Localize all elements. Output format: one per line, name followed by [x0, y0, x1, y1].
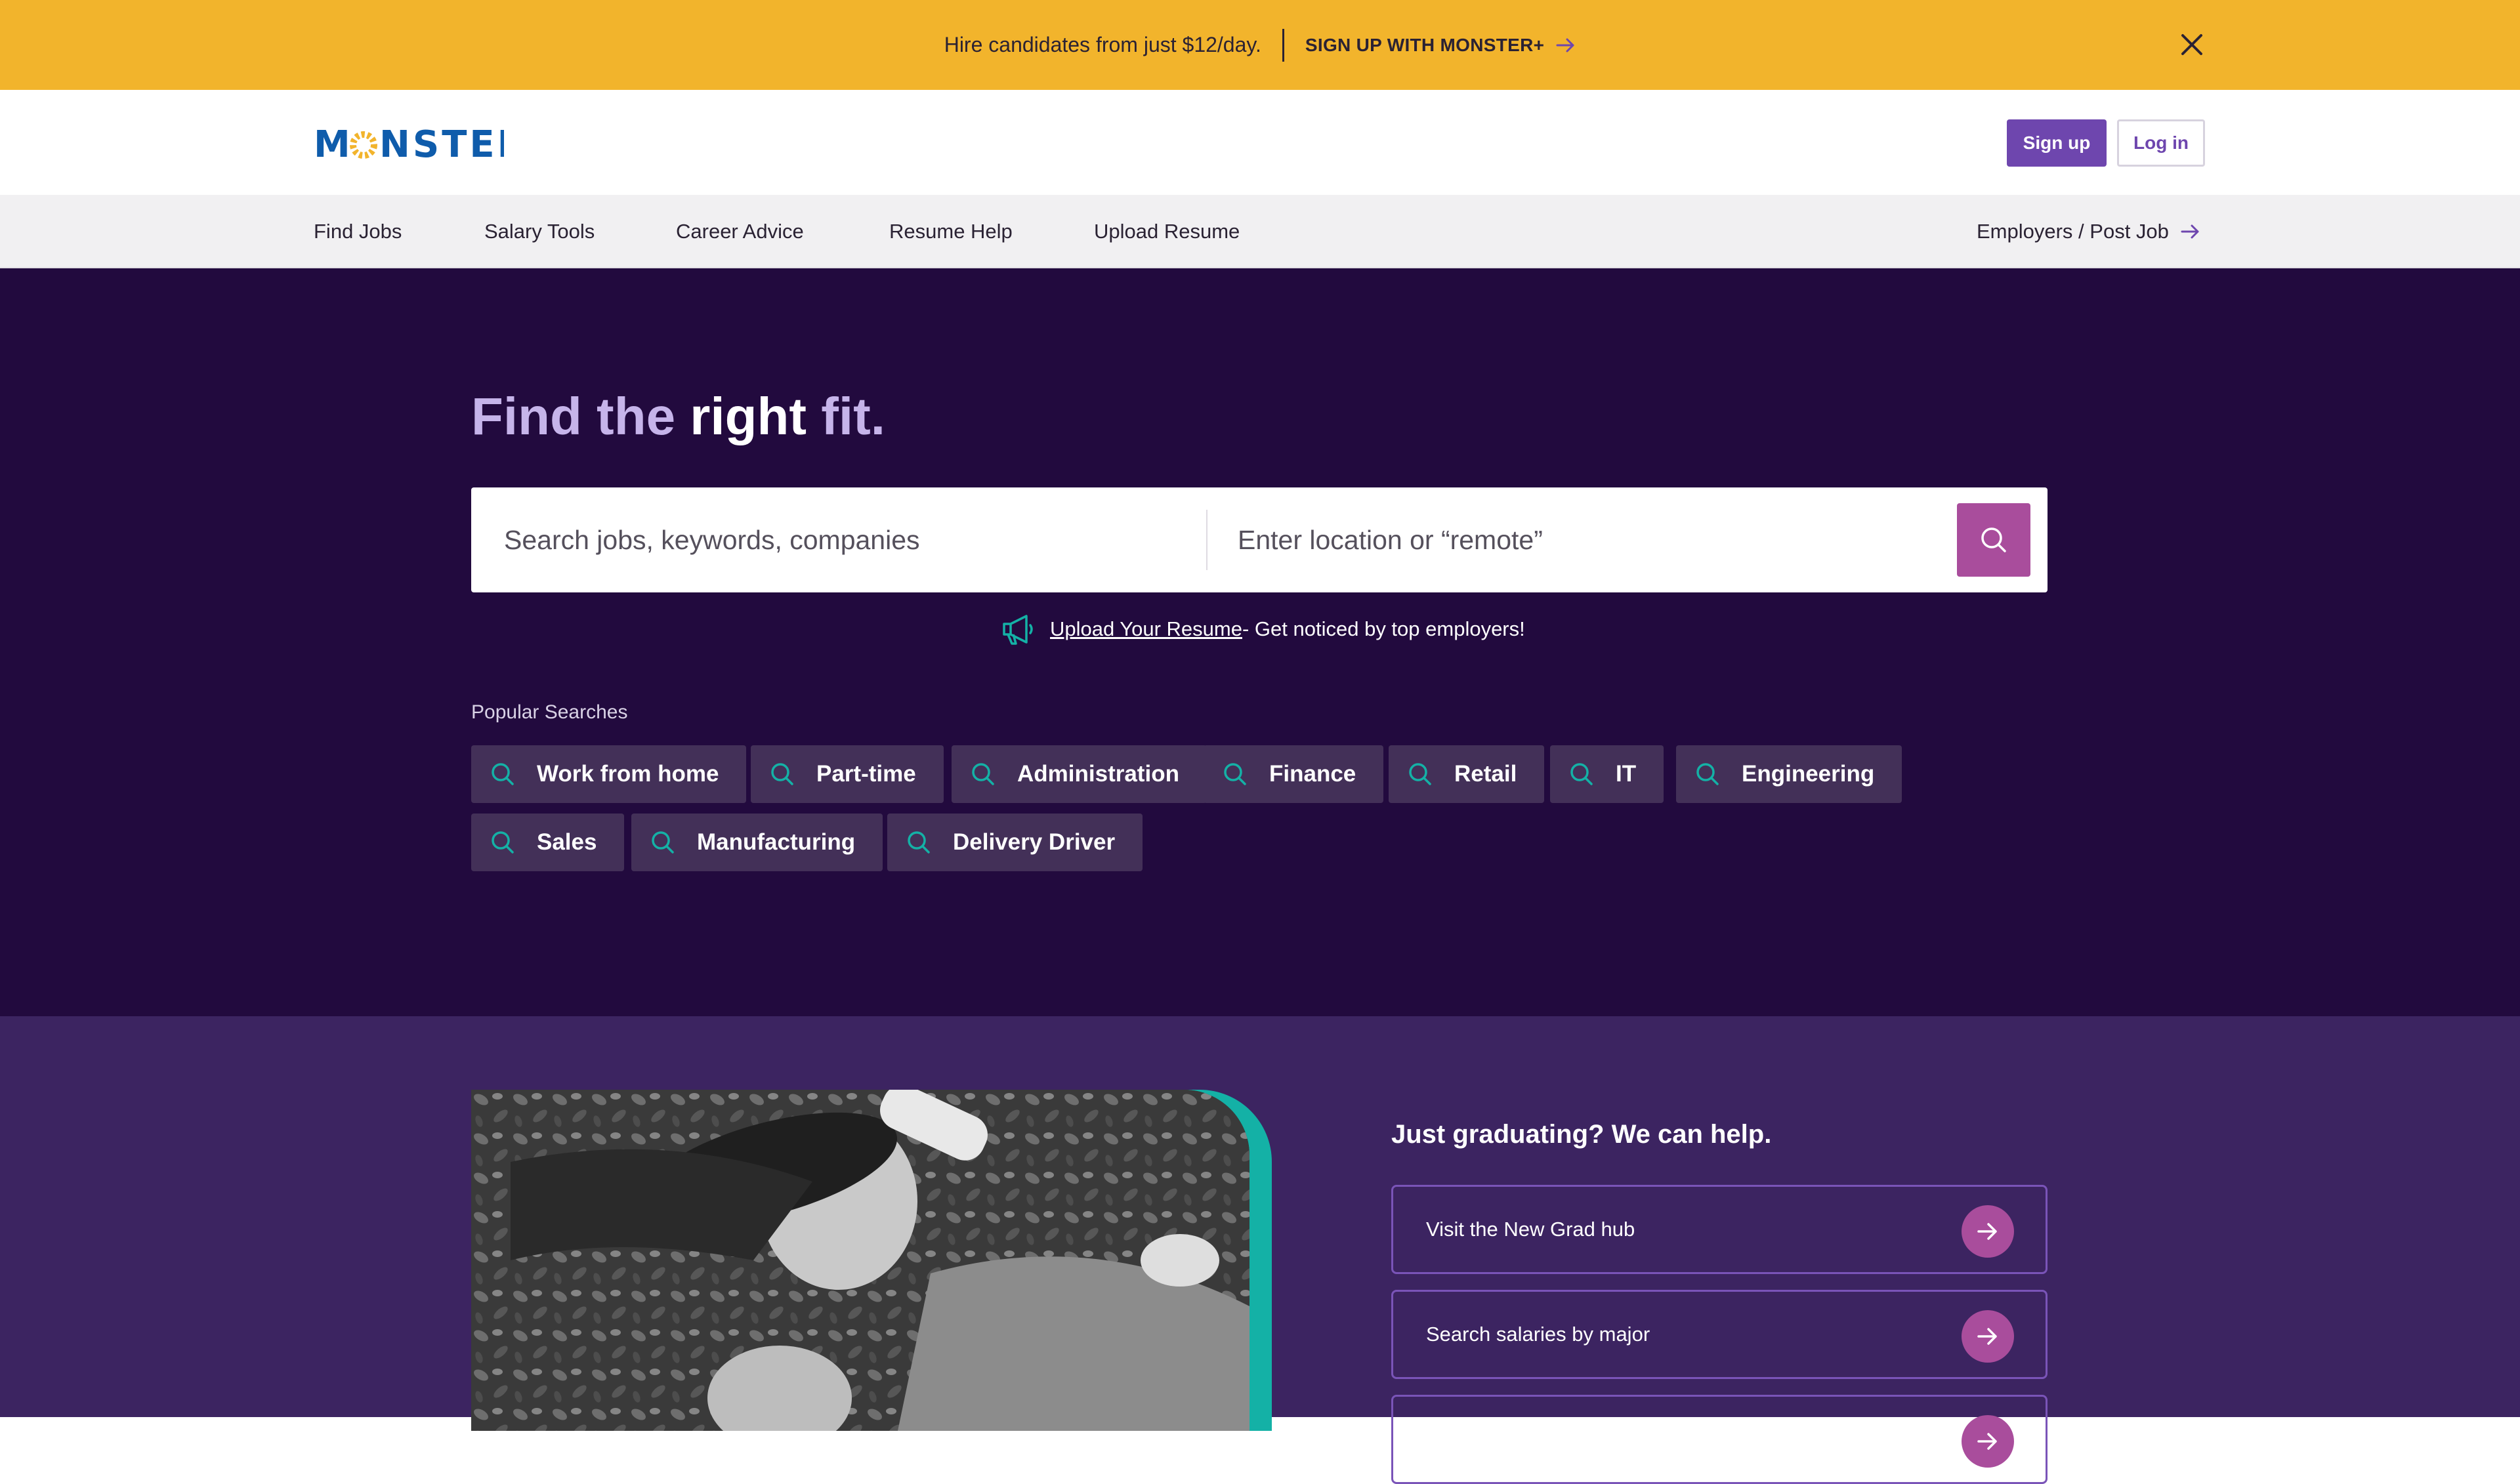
popular-search-label: Work from home — [537, 761, 719, 787]
search-icon — [488, 828, 517, 857]
close-icon[interactable] — [2177, 30, 2206, 59]
popular-search-label: Retail — [1454, 761, 1517, 787]
salaries-by-major-link[interactable]: Search salaries by major — [1391, 1290, 2048, 1379]
popular-search-chip[interactable]: Retail — [1389, 745, 1545, 803]
grad-photo-frame — [471, 1090, 1272, 1431]
signup-button[interactable]: Sign up — [2007, 119, 2107, 167]
new-grad-hub-link[interactable]: Visit the New Grad hub — [1391, 1185, 2048, 1274]
nav-employers-post-job[interactable]: Employers / Post Job — [1977, 195, 2200, 268]
popular-search-chip[interactable]: Finance — [1204, 745, 1384, 803]
nav-career-advice[interactable]: Career Advice — [676, 195, 804, 268]
popular-search-chip[interactable]: Part-time — [751, 745, 944, 803]
grad-link-3[interactable] — [1391, 1395, 2048, 1484]
megaphone-icon — [1003, 615, 1033, 645]
main-nav: Find Jobs Salary Tools Career Advice Res… — [0, 195, 2520, 268]
search-icon — [1567, 760, 1596, 789]
grad-photo — [471, 1090, 1250, 1431]
search-icon — [648, 828, 677, 857]
popular-search-chip[interactable]: Manufacturing — [631, 814, 883, 871]
popular-search-label: Manufacturing — [697, 829, 856, 855]
popular-search-label: Finance — [1269, 761, 1356, 787]
popular-search-label: Administration — [1017, 761, 1179, 787]
monster-logo[interactable]: M NSTER — [314, 124, 504, 163]
login-button[interactable]: Log in — [2117, 119, 2205, 167]
search-icon — [768, 760, 797, 789]
promo-divider — [1282, 28, 1284, 62]
search-icon — [904, 828, 933, 857]
popular-search-chip[interactable]: IT — [1550, 745, 1664, 803]
svg-text:NSTER: NSTER — [379, 124, 504, 163]
hero-title-emphasis: right — [690, 387, 807, 445]
upload-resume-tagline: - Get noticed by top employers! — [1242, 617, 1525, 640]
arrow-right-icon — [1556, 37, 1576, 53]
arrow-right-icon — [1962, 1205, 2014, 1258]
nav-find-jobs[interactable]: Find Jobs — [314, 195, 402, 268]
nav-salary-tools[interactable]: Salary Tools — [484, 195, 595, 268]
hero-title: Find the right fit. — [471, 386, 885, 447]
upload-resume-link[interactable]: Upload Your Resume — [1050, 617, 1242, 641]
popular-search-label: Delivery Driver — [953, 829, 1116, 855]
upload-resume-prompt: Upload Your Resume - Get noticed by top … — [1000, 609, 1525, 649]
nav-employers-label: Employers / Post Job — [1977, 220, 2169, 243]
promo-text: Hire candidates from just $12/day. — [944, 33, 1261, 56]
popular-searches-label: Popular Searches — [471, 701, 628, 723]
site-header: M NSTER Sign up Log in — [0, 90, 2520, 195]
monster-logo-mark: M NSTER — [314, 124, 504, 163]
popular-search-label: Engineering — [1742, 761, 1875, 787]
promo-signup-label: SIGN UP WITH MONSTER+ — [1305, 34, 1545, 55]
hero-section: Find the right fit. Search jobs, keyword… — [0, 268, 2520, 1016]
hero-title-part1: Find the — [471, 387, 690, 445]
salaries-by-major-label: Search salaries by major — [1426, 1323, 1650, 1346]
location-search-input[interactable]: Enter location or “remote” — [1238, 487, 1894, 592]
popular-search-chip[interactable]: Engineering — [1676, 745, 1902, 803]
promo-banner: Hire candidates from just $12/day. SIGN … — [0, 0, 2520, 90]
arrow-right-icon — [1962, 1415, 2014, 1468]
job-search-form: Search jobs, keywords, companies Enter l… — [471, 487, 2048, 592]
keyword-search-input[interactable]: Search jobs, keywords, companies — [504, 487, 1193, 592]
search-icon — [1981, 527, 2006, 552]
popular-search-chip[interactable]: Administration — [952, 745, 1207, 803]
new-grad-section: Just graduating? We can help. Visit the … — [0, 1016, 2520, 1484]
hero-title-part3: fit. — [807, 387, 885, 445]
grad-section-title: Just graduating? We can help. — [1391, 1120, 1772, 1149]
search-icon — [1693, 760, 1722, 789]
promo-signup-link[interactable]: SIGN UP WITH MONSTER+ — [1305, 35, 1576, 56]
search-divider — [1206, 510, 1208, 570]
arrow-right-icon — [1962, 1310, 2014, 1363]
search-icon — [1221, 760, 1250, 789]
nav-upload-resume[interactable]: Upload Resume — [1094, 195, 1240, 268]
search-icon — [488, 760, 517, 789]
popular-search-label: Sales — [537, 829, 597, 855]
popular-search-chip[interactable]: Delivery Driver — [887, 814, 1143, 871]
popular-search-label: IT — [1616, 761, 1637, 787]
popular-search-chip[interactable]: Work from home — [471, 745, 747, 803]
search-button[interactable] — [1957, 503, 2030, 577]
arrow-right-icon — [2181, 224, 2200, 239]
svg-text:M: M — [314, 124, 353, 163]
nav-resume-help[interactable]: Resume Help — [889, 195, 1013, 268]
search-icon — [969, 760, 998, 789]
popular-search-label: Part-time — [816, 761, 916, 787]
new-grad-hub-label: Visit the New Grad hub — [1426, 1218, 1635, 1241]
search-icon — [1406, 760, 1435, 789]
popular-search-chip[interactable]: Sales — [471, 814, 625, 871]
